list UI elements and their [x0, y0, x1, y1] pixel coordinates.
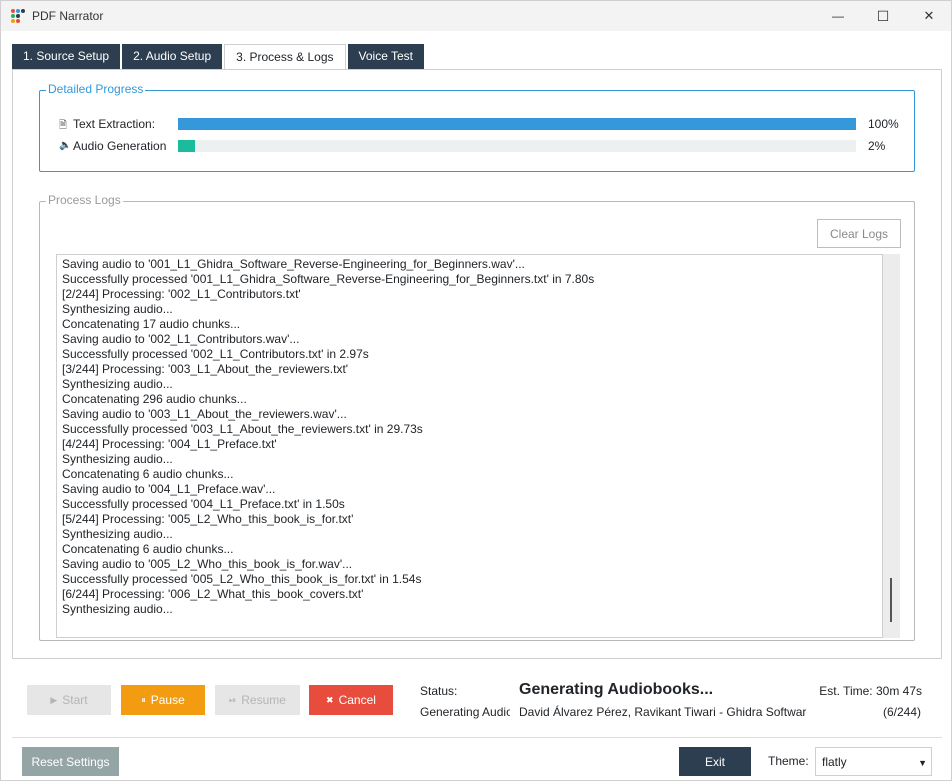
log-line: Successfully processed '001_L1_Ghidra_So… — [62, 272, 595, 286]
text-extraction-percent: 100% — [868, 117, 899, 131]
tab-bar: 1. Source Setup 2. Audio Setup 3. Proces… — [12, 44, 426, 70]
audio-generation-percent: 2% — [868, 139, 886, 153]
log-line: Concatenating 6 audio chunks... — [62, 467, 234, 481]
log-scrollbar-thumb[interactable] — [890, 578, 892, 622]
audio-generation-progress-fill — [178, 140, 195, 152]
log-line: Synthesizing audio... — [62, 527, 173, 541]
log-line: Saving audio to '001_L1_Ghidra_Software_… — [62, 257, 525, 271]
log-line: Synthesizing audio... — [62, 452, 173, 466]
theme-label: Theme: — [768, 754, 809, 768]
app-window: PDF Narrator — ☐ ✕ 1. Source Setup 2. Au… — [0, 0, 952, 781]
theme-select[interactable]: flatly ▼ — [815, 747, 932, 776]
file-counter: (6/244) — [882, 705, 921, 719]
tab-voice-test[interactable]: Voice Test — [347, 44, 425, 69]
start-label: Start — [62, 693, 88, 707]
pause-icon: ⏸ — [141, 694, 146, 705]
resume-label: Resume — [241, 693, 286, 707]
play-icon: ▶ — [50, 694, 58, 705]
log-line: Saving audio to '005_L2_Who_this_book_is… — [62, 557, 353, 571]
log-line: Synthesizing audio... — [62, 302, 173, 316]
resume-button[interactable]: ⏯ Resume — [215, 685, 300, 715]
log-line: Saving audio to '002_L1_Contributors.wav… — [62, 332, 300, 346]
log-line: [3/244] Processing: '003_L1_About_the_re… — [62, 362, 349, 376]
window-title: PDF Narrator — [32, 9, 104, 23]
text-extraction-progress-fill — [178, 118, 856, 130]
cancel-icon: ✖ — [326, 694, 334, 705]
log-line: Concatenating 17 audio chunks... — [62, 317, 241, 331]
start-button[interactable]: ▶ Start — [27, 685, 111, 715]
document-icon: 🗎 — [59, 120, 68, 131]
status-title: Generating Audiobooks... — [519, 681, 714, 698]
theme-select-value: flatly — [822, 755, 847, 769]
tab-source-setup[interactable]: 1. Source Setup — [12, 44, 121, 69]
log-text-area[interactable]: Saving audio to '001_L1_Ghidra_Software_… — [56, 254, 883, 638]
status-subtext: Generating Audio — [420, 705, 510, 719]
tab-process-logs[interactable]: 3. Process & Logs — [224, 44, 346, 70]
audio-generation-progressbar — [178, 140, 856, 152]
audio-generation-row: 🔈 Audio Generation 2% — [40, 139, 914, 153]
log-line: Concatenating 6 audio chunks... — [62, 542, 234, 556]
maximize-icon: ☐ — [876, 7, 890, 24]
audio-generation-label: Audio Generation — [73, 139, 167, 153]
log-line: [4/244] Processing: '004_L1_Preface.txt' — [62, 437, 277, 451]
text-extraction-label: Text Extraction: — [73, 117, 156, 131]
text-extraction-row: 🗎 Text Extraction: 100% — [40, 117, 914, 131]
text-extraction-progressbar — [178, 118, 856, 130]
reset-settings-button[interactable]: Reset Settings — [22, 747, 119, 776]
exit-button[interactable]: Exit — [679, 747, 751, 776]
minimize-button[interactable]: — — [815, 1, 861, 31]
log-line: Successfully processed '005_L2_Who_this_… — [62, 572, 422, 586]
log-line: [2/244] Processing: '002_L1_Contributors… — [62, 287, 301, 301]
footer-divider — [12, 737, 942, 738]
log-line: Saving audio to '004_L1_Preface.wav'... — [62, 482, 276, 496]
resume-icon: ⏯ — [229, 694, 237, 705]
process-logs-panel: Detailed Progress 🗎 Text Extraction: 100… — [12, 69, 942, 659]
log-line: Saving audio to '003_L1_About_the_review… — [62, 407, 347, 421]
clear-logs-button[interactable]: Clear Logs — [817, 219, 901, 248]
close-button[interactable]: ✕ — [906, 1, 952, 31]
title-bar: PDF Narrator — ☐ ✕ — [1, 1, 951, 31]
estimated-time: Est. Time: 30m 47s — [819, 684, 922, 698]
pause-label: Pause — [150, 693, 185, 707]
log-line: Successfully processed '003_L1_About_the… — [62, 422, 423, 436]
log-line: [5/244] Processing: '005_L2_Who_this_boo… — [62, 512, 354, 526]
pause-button[interactable]: ⏸ Pause — [121, 685, 205, 715]
log-line: Successfully processed '004_L1_Preface.t… — [62, 497, 345, 511]
process-logs-title: Process Logs — [46, 193, 123, 207]
speaker-icon: 🔈 — [59, 140, 72, 151]
app-logo-icon — [10, 8, 26, 24]
detailed-progress-frame: Detailed Progress 🗎 Text Extraction: 100… — [39, 82, 915, 172]
log-line: Successfully processed '002_L1_Contribut… — [62, 347, 369, 361]
detailed-progress-title: Detailed Progress — [46, 82, 146, 96]
log-line: Synthesizing audio... — [62, 377, 173, 391]
current-book-title: David Álvarez Pérez, Ravikant Tiwari - G… — [519, 705, 807, 719]
log-line: [6/244] Processing: '006_L2_What_this_bo… — [62, 587, 364, 601]
log-scrollbar[interactable] — [883, 254, 900, 638]
tab-audio-setup[interactable]: 2. Audio Setup — [122, 44, 223, 69]
maximize-button[interactable]: ☐ — [860, 1, 906, 31]
status-label: Status: — [420, 684, 458, 698]
process-logs-frame: Process Logs Clear Logs Saving audio to … — [39, 193, 915, 641]
log-line: Synthesizing audio... — [62, 602, 173, 616]
chevron-down-icon: ▼ — [918, 758, 927, 768]
cancel-label: Cancel — [338, 693, 376, 707]
minimize-icon: — — [832, 9, 844, 23]
log-line: Concatenating 296 audio chunks... — [62, 392, 247, 406]
cancel-button[interactable]: ✖ Cancel — [309, 685, 393, 715]
close-icon: ✕ — [923, 8, 935, 23]
